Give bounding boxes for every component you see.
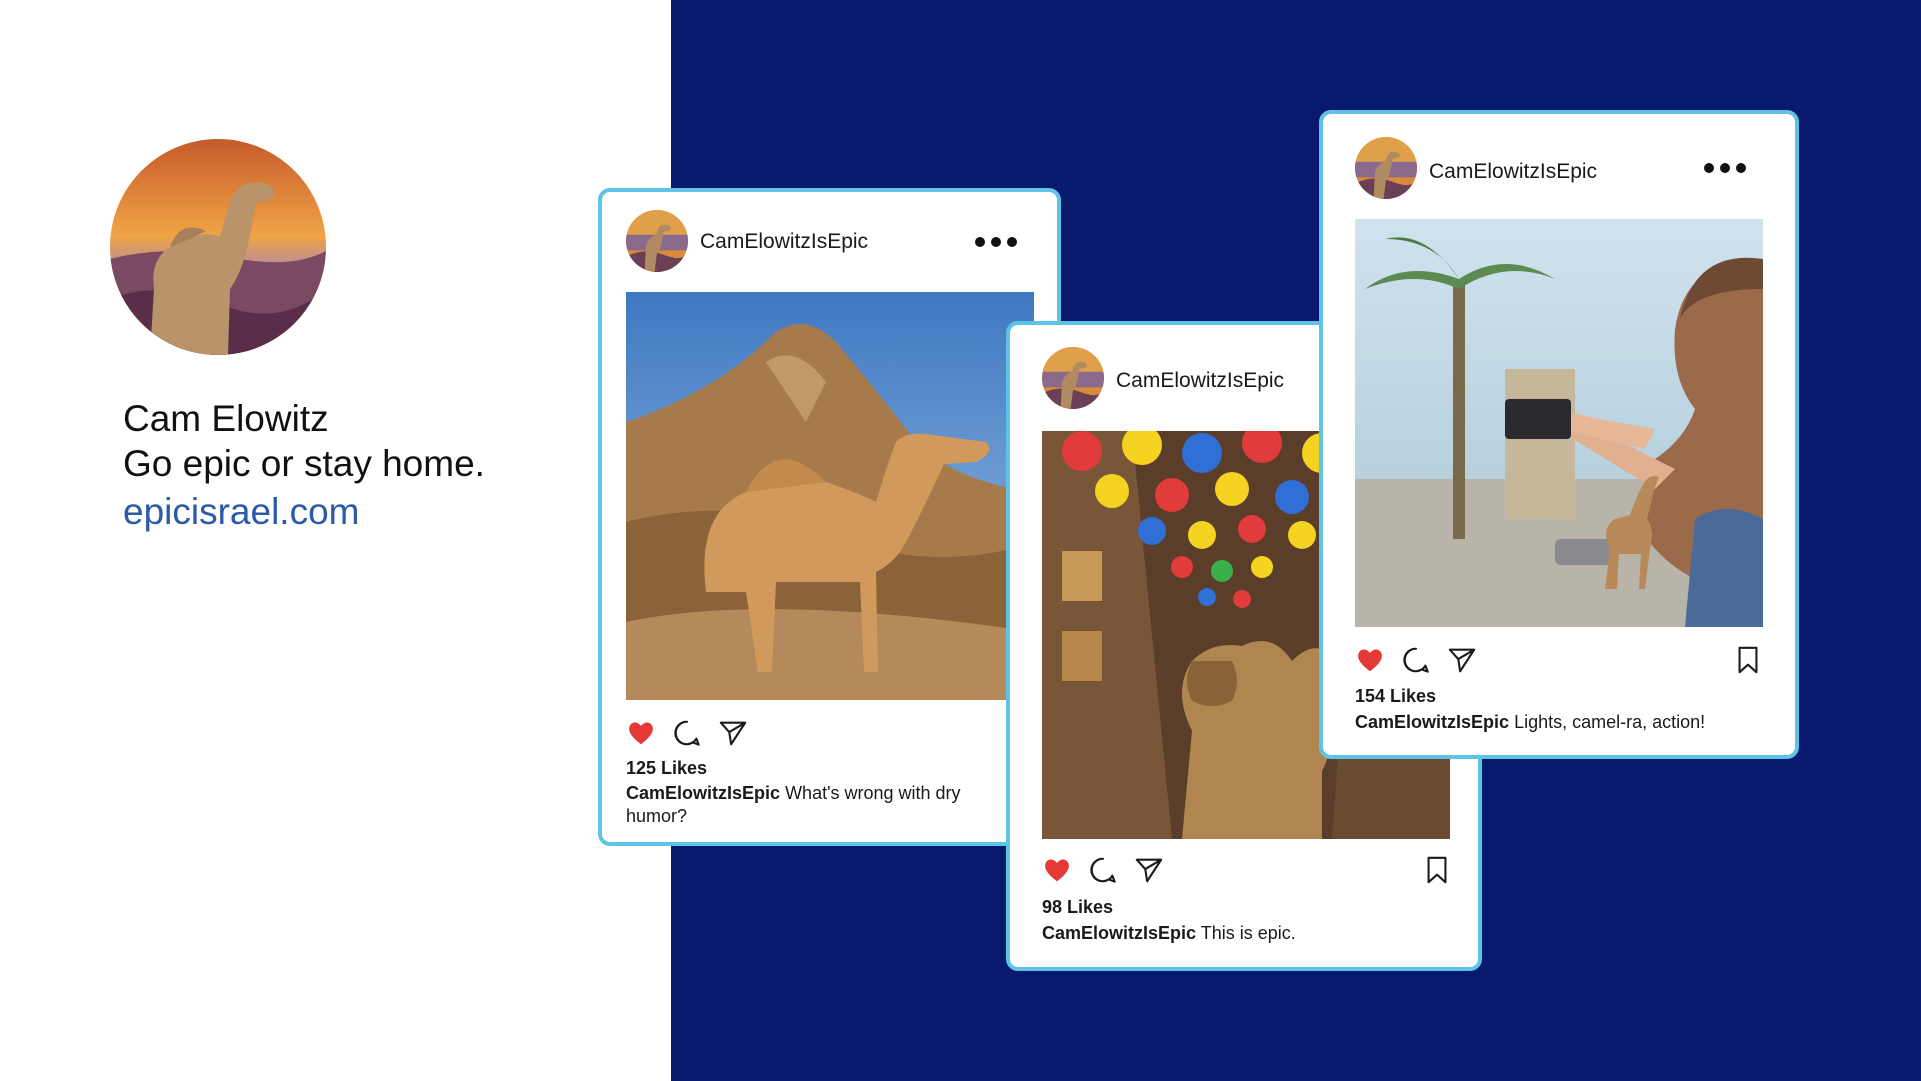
share-icon[interactable]: [1134, 855, 1164, 885]
caption-text: Lights, camel-ra, action!: [1514, 712, 1706, 732]
more-options-icon[interactable]: [1703, 162, 1747, 174]
bookmark-icon[interactable]: [1422, 855, 1452, 885]
post-avatar[interactable]: [1042, 347, 1104, 409]
post-card: CamElowitzIsEpic 125 Likes CamElowitzIsE…: [598, 188, 1061, 846]
more-options-icon[interactable]: [974, 236, 1018, 248]
heart-icon[interactable]: [1355, 645, 1385, 675]
post-photo: [626, 292, 1034, 700]
camel-desert-image: [626, 292, 1034, 700]
share-icon[interactable]: [1447, 645, 1477, 675]
heart-icon[interactable]: [1042, 855, 1072, 885]
caption-username[interactable]: CamElowitzIsEpic: [626, 783, 780, 803]
post-username[interactable]: CamElowitzIsEpic: [1429, 160, 1597, 184]
comment-icon[interactable]: [1088, 855, 1118, 885]
comment-icon[interactable]: [672, 718, 702, 748]
post-avatar[interactable]: [626, 210, 688, 272]
post-photo: [1355, 219, 1763, 627]
likes-count: 125 Likes: [626, 758, 708, 778]
caption-text: This is epic.: [1200, 923, 1296, 943]
caption-username[interactable]: CamElowitzIsEpic: [1042, 923, 1196, 943]
post-caption: CamElowitzIsEpic What's wrong with dry h…: [626, 782, 1006, 828]
post-username[interactable]: CamElowitzIsEpic: [1116, 369, 1284, 393]
caption-username[interactable]: CamElowitzIsEpic: [1355, 712, 1509, 732]
post-avatar[interactable]: [1355, 137, 1417, 199]
heart-icon[interactable]: [626, 718, 656, 748]
post-username[interactable]: CamElowitzIsEpic: [700, 230, 868, 254]
share-icon[interactable]: [718, 718, 748, 748]
bookmark-icon[interactable]: [1733, 645, 1763, 675]
comment-icon[interactable]: [1401, 645, 1431, 675]
post-caption: CamElowitzIsEpic This is epic.: [1042, 922, 1462, 945]
profile-tagline: Go epic or stay home.: [123, 443, 485, 484]
camel-sunset-image: [110, 139, 326, 355]
likes-count: 154 Likes: [1355, 686, 1437, 706]
post-caption: CamElowitzIsEpic Lights, camel-ra, actio…: [1355, 711, 1775, 734]
profile-name: Cam Elowitz: [123, 398, 329, 439]
post-card: CamElowitzIsEpic: [1319, 110, 1799, 759]
likes-count: 98 Likes: [1042, 897, 1114, 917]
website-link[interactable]: epicisrael.com: [123, 491, 359, 533]
profile-avatar[interactable]: [110, 139, 326, 355]
woman-photographing-camel-image: [1355, 219, 1763, 627]
